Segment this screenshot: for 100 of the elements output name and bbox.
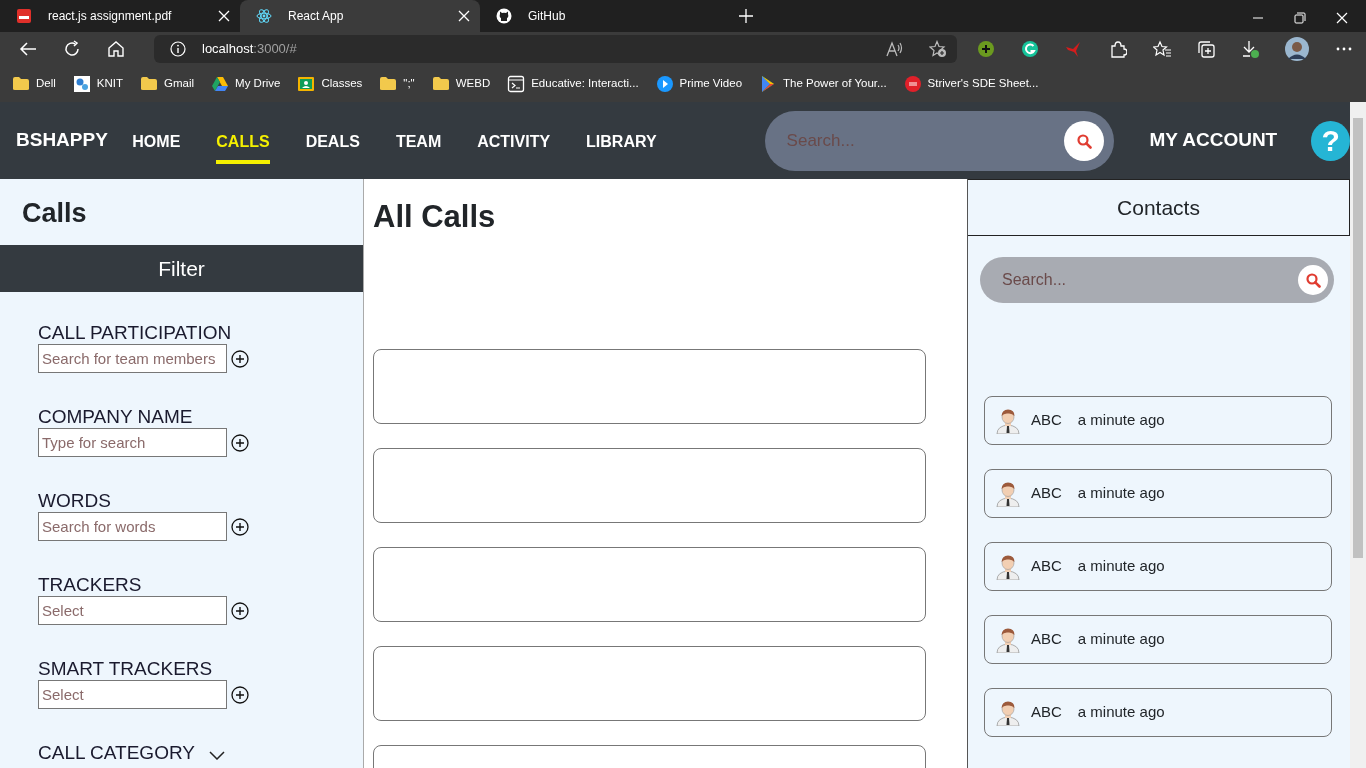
folder-icon: [379, 75, 398, 93]
bookmark[interactable]: Dell: [12, 75, 56, 93]
add-icon[interactable]: [231, 517, 249, 536]
account-link[interactable]: MY ACCOUNT: [1149, 126, 1278, 155]
bookmark[interactable]: Gmail: [140, 75, 195, 93]
nav-link[interactable]: HOME: [132, 121, 181, 164]
filter-input[interactable]: Search for team members: [38, 343, 227, 373]
add-icon[interactable]: [231, 601, 249, 620]
person-icon: [995, 699, 1021, 726]
tab-title: GitHub: [528, 8, 567, 25]
download-icon[interactable]: [1241, 40, 1259, 58]
bookmark[interactable]: Educative: Interacti...: [507, 75, 639, 93]
bookmark[interactable]: The Power of Your...: [759, 75, 887, 93]
bookmark[interactable]: Striver's SDE Sheet...: [903, 75, 1039, 93]
grammar-icon[interactable]: [1021, 40, 1039, 58]
section-title: All Calls: [373, 199, 497, 235]
contact-card[interactable]: ABC a minute ago: [984, 469, 1332, 518]
add-icon[interactable]: [231, 349, 249, 368]
contact-time: a minute ago: [1077, 629, 1165, 650]
contact-time: a minute ago: [1077, 410, 1165, 431]
contact-time: a minute ago: [1077, 702, 1165, 723]
bookmark[interactable]: WEBD: [431, 75, 491, 93]
bookmark[interactable]: My Drive: [211, 75, 281, 93]
filter-input[interactable]: Select: [38, 595, 227, 625]
add-icon[interactable]: [231, 433, 249, 452]
folder-icon: [12, 75, 30, 93]
nav-link[interactable]: CALLS: [216, 121, 270, 164]
search-bar[interactable]: Search...: [980, 257, 1334, 303]
contact-name: ABC: [1031, 556, 1062, 577]
home-icon[interactable]: [106, 39, 126, 59]
filter-label[interactable]: CALL CATEGORY: [38, 741, 195, 764]
contact-name: ABC: [1031, 483, 1062, 504]
search-input[interactable]: Search...: [784, 126, 1065, 155]
brand-text[interactable]: BSHAPPY: [0, 126, 133, 155]
url-text: localhost:3000/#: [202, 40, 297, 59]
search-icon: [1076, 132, 1093, 149]
close-icon[interactable]: [218, 10, 230, 22]
contact-card[interactable]: ABC a minute ago: [984, 615, 1332, 664]
collections-icon[interactable]: [1197, 40, 1215, 58]
star-plus-icon[interactable]: [929, 40, 947, 58]
read-aloud-icon[interactable]: [885, 40, 903, 58]
drive-icon: [211, 75, 230, 93]
filter-label: TRACKERS: [38, 573, 143, 596]
reload-icon[interactable]: [62, 39, 82, 59]
bookmark[interactable]: ";": [379, 75, 415, 93]
nav-link[interactable]: DEALS: [305, 121, 360, 164]
terminal-icon: [507, 75, 526, 93]
page-title: Calls: [21, 197, 88, 230]
contact-time: a minute ago: [1077, 556, 1165, 577]
close-icon[interactable]: [1336, 12, 1348, 24]
nav-link[interactable]: LIBRARY: [586, 121, 657, 164]
round-logo-icon: [903, 75, 922, 93]
bookmark[interactable]: Classes: [297, 75, 363, 93]
search-input[interactable]: Search...: [1000, 267, 1298, 293]
filter-label: SMART TRACKERS: [38, 657, 214, 680]
scrollbar[interactable]: [1350, 102, 1366, 768]
person-icon: [995, 626, 1021, 653]
contacts-header: Contacts: [968, 179, 1350, 236]
address-bar[interactable]: localhost:3000/#: [154, 35, 957, 63]
filter-input[interactable]: Type for search: [38, 427, 227, 457]
favorites-icon[interactable]: [1153, 40, 1171, 58]
add-icon[interactable]: [231, 685, 249, 704]
filter-label: CALL PARTICIPATION: [38, 321, 233, 344]
person-icon: [995, 480, 1021, 507]
search-icon: [1305, 272, 1321, 288]
new-tab-icon[interactable]: [738, 8, 754, 24]
filter-label: WORDS: [38, 489, 112, 512]
close-icon[interactable]: [458, 10, 470, 22]
contact-name: ABC: [1031, 629, 1062, 650]
bookmark[interactable]: KNIT: [72, 75, 123, 93]
search-button[interactable]: [1298, 265, 1328, 295]
contact-name: ABC: [1031, 410, 1062, 431]
restore-icon[interactable]: [1294, 12, 1306, 24]
nav-link[interactable]: TEAM: [395, 121, 442, 164]
filter-label: COMPANY NAME: [38, 405, 194, 428]
tab-title: react.js assignment.pdf: [48, 8, 173, 25]
browser-tab[interactable]: GitHub: [480, 0, 720, 32]
filter-input[interactable]: Select: [38, 679, 227, 709]
puzzle-icon[interactable]: [1109, 40, 1127, 58]
person-icon: [995, 407, 1021, 434]
contact-time: a minute ago: [1077, 483, 1165, 504]
search-button[interactable]: [1064, 120, 1105, 161]
plus-circle-icon[interactable]: [977, 40, 995, 58]
contact-card[interactable]: ABC a minute ago: [984, 688, 1332, 737]
contact-card[interactable]: ABC a minute ago: [984, 542, 1332, 591]
classroom-icon: [297, 75, 316, 93]
folder-icon: [431, 75, 450, 93]
filter-input[interactable]: Search for words: [38, 511, 227, 541]
info-icon[interactable]: [170, 41, 186, 57]
search-bar[interactable]: Search...: [764, 110, 1115, 171]
browser-tab[interactable]: React App: [240, 0, 480, 32]
nav-link[interactable]: ACTIVITY: [477, 121, 551, 164]
pdf-icon: [16, 8, 32, 24]
tab-title: React App: [288, 8, 345, 25]
chevron-down-icon[interactable]: [209, 749, 225, 760]
bookmark[interactable]: Prime Video: [655, 75, 743, 93]
avatar-icon[interactable]: [1285, 37, 1309, 61]
filter-header: Filter: [0, 244, 363, 292]
contact-card[interactable]: ABC a minute ago: [984, 396, 1332, 445]
browser-tab[interactable]: react.js assignment.pdf: [0, 0, 240, 32]
